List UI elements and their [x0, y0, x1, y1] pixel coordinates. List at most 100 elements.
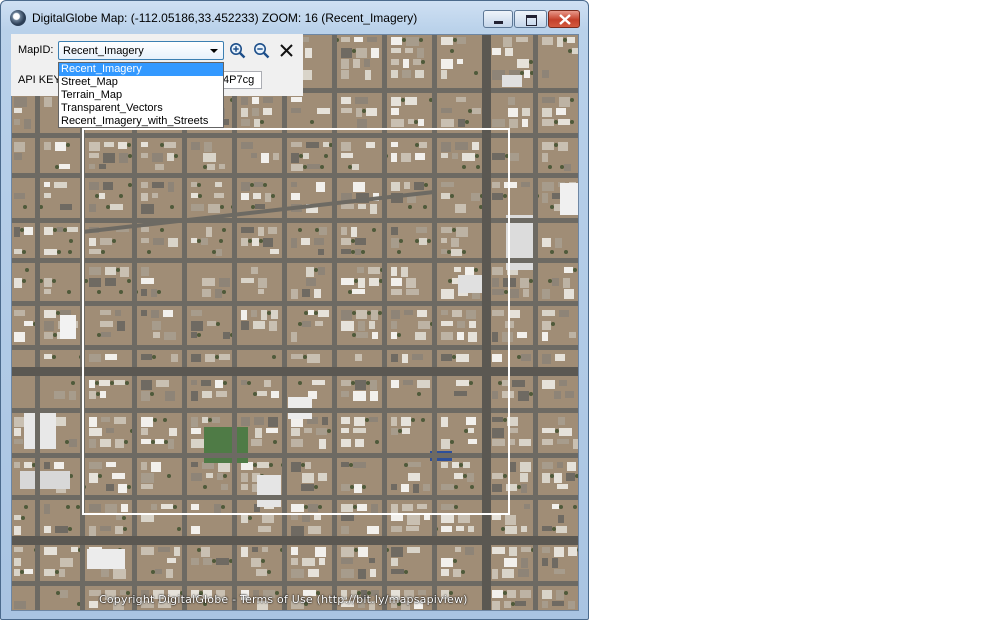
house-roof [116, 515, 122, 520]
house-roof [214, 193, 224, 198]
house-roof [14, 249, 22, 254]
maximize-button[interactable] [514, 10, 547, 28]
mapid-select[interactable]: Recent_Imagery [58, 41, 224, 60]
house-roof [44, 182, 50, 187]
house-roof [355, 439, 364, 447]
tree [53, 333, 57, 337]
tree [476, 165, 480, 169]
house-roof [404, 310, 413, 315]
house-roof [370, 380, 377, 390]
house-roof [291, 153, 299, 163]
tree [216, 322, 220, 326]
tree [197, 183, 201, 187]
house-roof [358, 321, 365, 331]
house-roof [463, 462, 470, 468]
house-roof [251, 153, 257, 158]
copyright-notice[interactable]: Copyright DigitalGlobe - Terms of Use (h… [99, 593, 468, 606]
house-roof [306, 278, 316, 286]
house-roof [165, 391, 175, 401]
road-vertical [282, 35, 287, 610]
house-roof [492, 332, 498, 342]
house-roof [556, 108, 566, 115]
tree [251, 205, 255, 209]
tree [250, 183, 254, 187]
tree [398, 429, 402, 433]
zoom-in-icon[interactable] [229, 42, 246, 59]
house-roof [355, 97, 368, 104]
zoom-out-icon[interactable] [253, 42, 270, 59]
tree [318, 505, 322, 509]
close-icon [559, 14, 571, 25]
house-roof [319, 227, 327, 235]
tree [298, 228, 302, 232]
house-roof [291, 462, 301, 472]
tree [463, 474, 467, 478]
house-roof [417, 48, 424, 58]
close-button[interactable] [548, 10, 580, 28]
tree [150, 392, 154, 396]
house-roof [391, 428, 398, 435]
house-roof [417, 310, 427, 317]
house-roof [216, 249, 222, 256]
house-roof [524, 70, 530, 78]
tree [261, 559, 265, 563]
house-roof [441, 417, 448, 427]
tree [310, 120, 314, 124]
house-roof [552, 601, 564, 606]
tree [320, 165, 324, 169]
house-roof [355, 354, 362, 361]
tree [375, 440, 379, 444]
house-roof [406, 278, 416, 288]
house-roof [341, 547, 354, 557]
tree [366, 381, 370, 385]
house-roof [241, 97, 248, 105]
house-roof [406, 526, 419, 531]
title-bar[interactable]: DigitalGlobe Map: (-112.05186,33.452233)… [1, 1, 588, 34]
house-roof [492, 182, 500, 188]
tree [361, 250, 365, 254]
house-roof [219, 354, 230, 360]
tree [95, 381, 99, 385]
dropdown-option-terrain-map[interactable]: Terrain_Map [59, 89, 223, 102]
house-roof [341, 462, 349, 467]
tree [56, 311, 60, 315]
house-roof [412, 354, 423, 360]
house-roof [353, 462, 366, 468]
house-roof [153, 238, 164, 245]
tree [212, 559, 216, 563]
house-roof [441, 515, 454, 523]
tree [212, 250, 216, 254]
house-roof [391, 119, 404, 127]
house-roof [357, 119, 367, 129]
dropdown-option-recent-imagery[interactable]: Recent_Imagery [59, 63, 223, 76]
house-roof [14, 462, 20, 468]
close-icon[interactable] [278, 42, 295, 59]
house-roof [141, 462, 147, 470]
house-roof [241, 278, 254, 283]
house-roof [55, 526, 68, 533]
house-roof [263, 238, 273, 247]
house-roof [542, 526, 552, 531]
map-window: DigitalGlobe Map: (-112.05186,33.452233)… [0, 0, 589, 620]
tree [222, 228, 226, 232]
tree [552, 527, 556, 531]
house-roof [106, 428, 114, 433]
tree [503, 474, 507, 478]
tree [503, 194, 507, 198]
house-roof [99, 193, 105, 199]
house-roof [24, 227, 33, 235]
house-roof [258, 278, 267, 288]
dropdown-option-street-map[interactable]: Street_Map [59, 76, 223, 89]
house-roof [316, 182, 325, 192]
house-roof [153, 332, 160, 338]
house-roof [161, 504, 173, 509]
mapid-dropdown-list[interactable]: Recent_Imagery Street_Map Terrain_Map Tr… [58, 62, 224, 128]
dropdown-option-transparent-vectors[interactable]: Transparent_Vectors [59, 102, 223, 115]
dropdown-option-recent-imagery-with-streets[interactable]: Recent_Imagery_with_Streets [59, 115, 223, 128]
house-roof [506, 484, 517, 491]
house-roof [517, 59, 529, 68]
house-roof [341, 238, 351, 245]
minimize-button[interactable] [483, 10, 513, 28]
tree [550, 474, 554, 478]
house-roof [252, 97, 259, 104]
